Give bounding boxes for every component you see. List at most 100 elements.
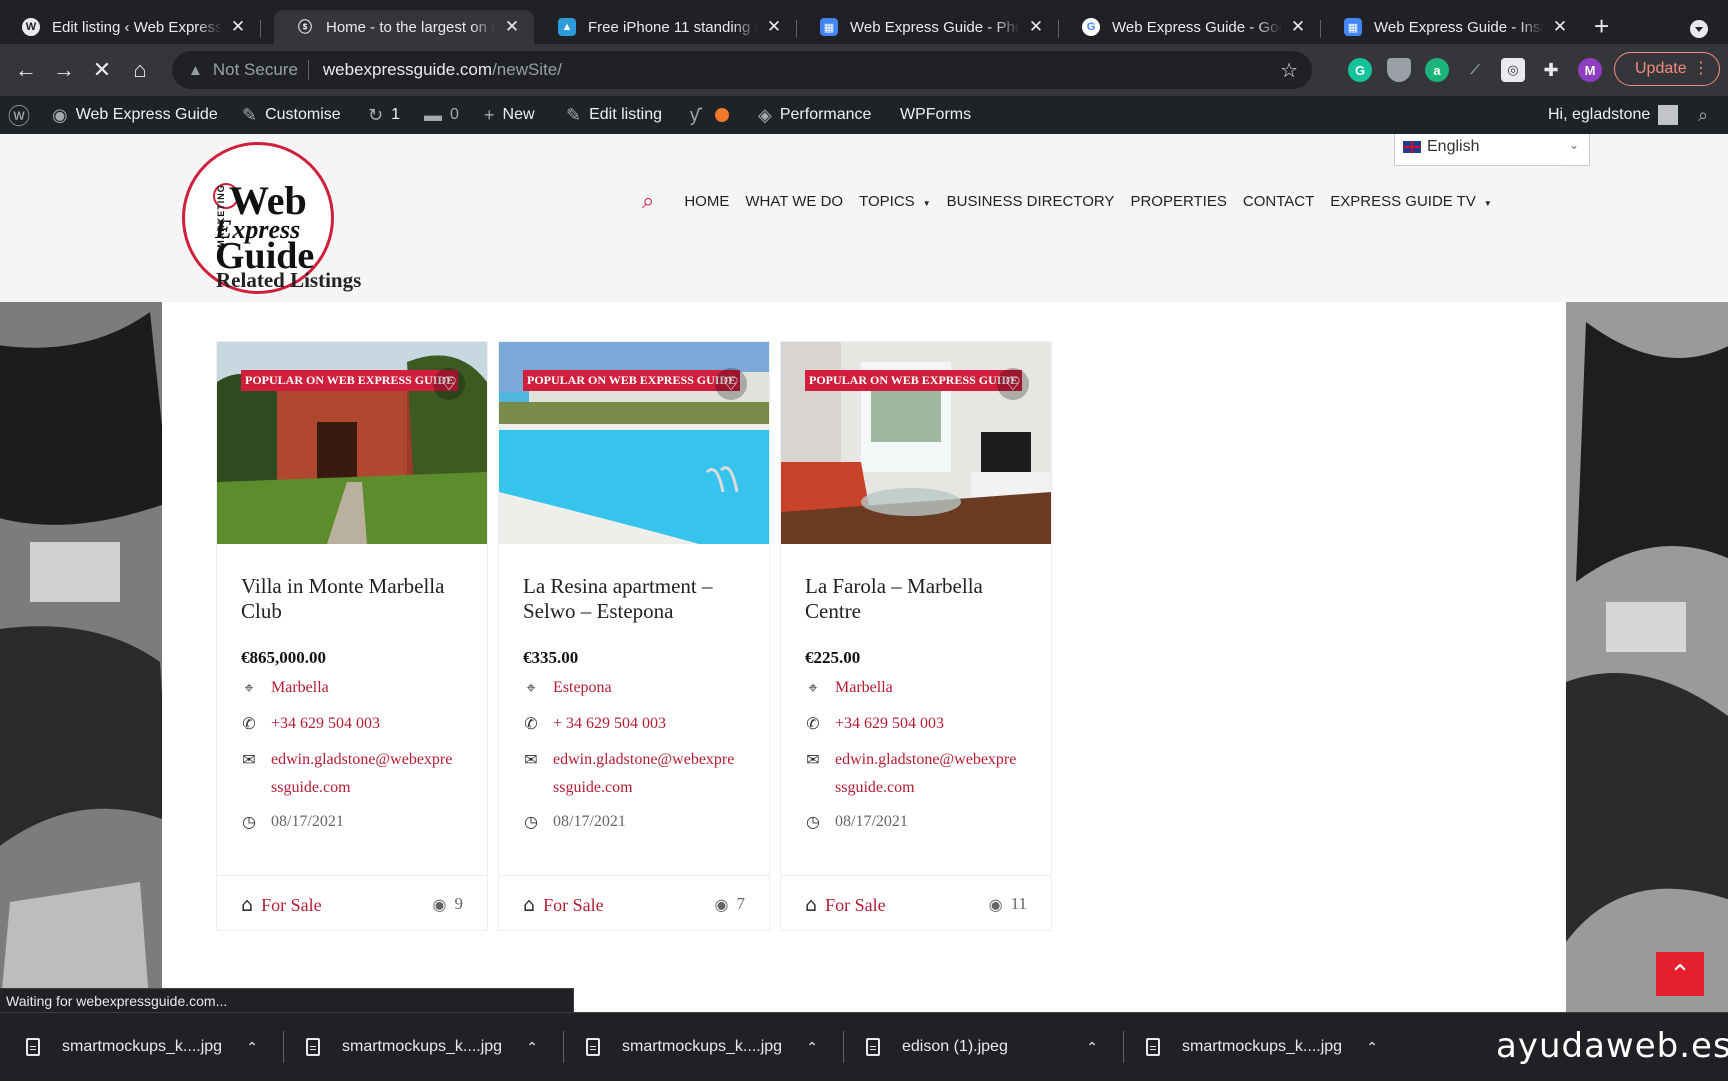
tab-google[interactable]: G Web Express Guide - Google ✕ [1060,10,1320,44]
chevron-up-icon[interactable]: ⌃ [246,1039,258,1056]
nav-business-directory[interactable]: BUSINESS DIRECTORY [947,193,1115,210]
listing-email[interactable]: ✉ edwin.gladstone@webexpre ssguide.com [523,746,755,802]
address-bar[interactable]: ▲ Not Secure webexpressguide.com /newSit… [172,51,1312,89]
nav-contact[interactable]: CONTACT [1243,193,1314,210]
listing-phone[interactable]: ✆ + 34 629 504 003 [523,710,755,738]
listing-location[interactable]: ⌖ Marbella [805,674,1037,702]
home-icon[interactable]: ⌂ [124,54,156,86]
search-icon[interactable]: ⌕ [642,188,654,214]
customise-link[interactable]: ✎ Customise [242,96,341,134]
new-tab-icon[interactable]: + [1594,13,1609,39]
close-tab-icon[interactable]: ✕ [228,17,248,37]
close-tab-icon[interactable]: ✕ [1550,17,1570,37]
download-item[interactable]: smartmockups_k....jpg ⌃ [560,1013,840,1081]
yoast-seo-link[interactable]: ƴ [690,96,729,134]
chevron-up-icon[interactable]: ⌃ [1086,1039,1098,1056]
extensions-puzzle-icon[interactable]: ✚ [1539,58,1563,82]
updates-link[interactable]: ↻ 1 [368,96,400,134]
favorite-heart-icon[interactable]: ♡ [433,368,465,400]
edit-listing-link[interactable]: ✎ Edit listing [566,96,662,134]
listing-phone[interactable]: ✆ +34 629 504 003 [805,710,1037,738]
close-tab-icon[interactable]: ✕ [764,17,784,37]
listing-status[interactable]: ⌂ For Sale [241,894,322,916]
site-header: MARKETING Web Express Guide ⌕ HOME WHAT … [162,134,1590,302]
favorite-heart-icon[interactable]: ♡ [997,368,1029,400]
listing-location[interactable]: ⌖ Marbella [241,674,473,702]
nav-home[interactable]: HOME [684,193,729,210]
listing-status[interactable]: ⌂ For Sale [523,894,604,916]
listing-status[interactable]: ⌂ For Sale [805,894,886,916]
download-name: smartmockups_k....jpg [342,1038,503,1055]
close-tab-icon[interactable]: ✕ [502,17,522,37]
grammarly-icon[interactable]: G [1348,58,1372,82]
nav-express-guide-tv[interactable]: EXPRESS GUIDE TV ▼ [1330,193,1492,210]
nav-topics[interactable]: TOPICS ▼ [859,193,931,210]
extension-a-icon[interactable]: a [1425,58,1449,82]
tab-edit-listing[interactable]: W Edit listing ‹ Web Express Guide ✕ [0,10,260,44]
tab-search-icon[interactable] [1690,20,1708,38]
wordpress-logo-icon[interactable]: ⓦ [8,96,30,134]
phone-text: + 34 629 504 003 [553,715,667,732]
shield-icon[interactable] [1387,58,1411,82]
chevron-up-icon[interactable]: ⌃ [526,1039,538,1056]
listing-card[interactable]: POPULAR ON WEB EXPRESS GUIDE ♡ La Resina… [498,341,770,931]
forward-icon[interactable]: → [48,54,80,86]
admin-search-icon[interactable]: ⌕ [1698,96,1708,134]
listing-price: €865,000.00 [241,648,326,667]
chevron-up-icon[interactable]: ⌃ [1366,1039,1378,1056]
update-button[interactable]: Update ⋮ [1614,52,1720,86]
newspaper-background-right [1566,302,1728,1012]
listing-title[interactable]: La Resina apartment – Selwo – Estepona [523,574,749,624]
close-tab-icon[interactable]: ✕ [1026,17,1046,37]
new-content-link[interactable]: + New [484,96,535,134]
listing-title[interactable]: Villa in Monte Marbella Club [241,574,467,624]
site-name-link[interactable]: ◉ Web Express Guide [52,96,218,134]
download-item[interactable]: smartmockups_k....jpg ⌃ [280,1013,560,1081]
eyedropper-icon[interactable]: ⟋ [1463,58,1487,82]
listing-email[interactable]: ✉ edwin.gladstone@webexpre ssguide.com [241,746,473,802]
popular-badge: POPULAR ON WEB EXPRESS GUIDE [805,370,1023,391]
tab-photos[interactable]: ▦ Web Express Guide - Photos ✕ [798,10,1058,44]
tab-divider [1320,20,1321,38]
screenshot-icon[interactable]: ◎ [1501,58,1525,82]
bookmark-star-icon[interactable]: ☆ [1280,58,1298,83]
chevron-up-icon[interactable]: ⌃ [806,1039,818,1056]
back-icon[interactable]: ← [10,54,42,86]
listing-title[interactable]: La Farola – Marbella Centre [805,574,1031,624]
tab-iphone[interactable]: ▲ Free iPhone 11 standing on ✕ [536,10,796,44]
tab-divider [1058,20,1059,38]
close-tab-icon[interactable]: ✕ [1288,17,1308,37]
main-navigation: ⌕ HOME WHAT WE DO TOPICS ▼ BUSINESS DIREC… [642,184,1492,218]
listing-date: ◷ 08/17/2021 [523,808,755,836]
comments-link[interactable]: ▬ 0 [424,96,459,134]
stop-loading-icon[interactable]: ✕ [86,54,118,86]
download-item[interactable]: smartmockups_k....jpg ⌃ [0,1013,280,1081]
listing-location[interactable]: ⌖ Estepona [523,674,755,702]
more-menu-icon[interactable]: ⋮ [1693,53,1709,85]
download-item[interactable]: smartmockups_k....jpg ⌃ [1120,1013,1400,1081]
comments-count: 0 [450,106,459,123]
google-my-business-icon: ▦ [820,18,838,36]
nav-what-we-do[interactable]: WHAT WE DO [745,193,843,210]
wpforms-link[interactable]: WPForms [900,96,971,134]
profile-avatar[interactable]: M [1578,58,1602,82]
content-area: MARKETING Web Express Guide ⌕ HOME WHAT … [162,134,1590,1012]
tab-title: Web Express Guide - Photos [850,18,1020,36]
update-label: Update [1635,60,1687,77]
nav-properties[interactable]: PROPERTIES [1130,193,1226,210]
listing-card[interactable]: POPULAR ON WEB EXPRESS GUIDE ♡ Villa in … [216,341,488,931]
listing-email[interactable]: ✉ edwin.gladstone@webexpre ssguide.com [805,746,1037,802]
performance-link[interactable]: ◈ Performance [758,96,871,134]
favorite-heart-icon[interactable]: ♡ [715,368,747,400]
plus-icon: + [484,104,495,125]
watermark: ayudaweb.es [1496,1026,1728,1066]
scroll-to-top-button[interactable]: ⌃ [1656,952,1704,996]
tab-insights[interactable]: ▦ Web Express Guide - Insights ✕ [1322,10,1582,44]
language-select[interactable]: English ⌄ [1394,134,1590,166]
site-name: Web Express Guide [75,106,218,123]
download-item[interactable]: edison (1).jpeg ⌃ [840,1013,1120,1081]
listing-phone[interactable]: ✆ +34 629 504 003 [241,710,473,738]
my-account-link[interactable]: Hi, egladstone [1548,96,1679,134]
tab-home[interactable]: ⓢ Home - to the largest on and offline ✕ [274,10,534,44]
listing-card[interactable]: POPULAR ON WEB EXPRESS GUIDE ♡ La Farola… [780,341,1052,931]
